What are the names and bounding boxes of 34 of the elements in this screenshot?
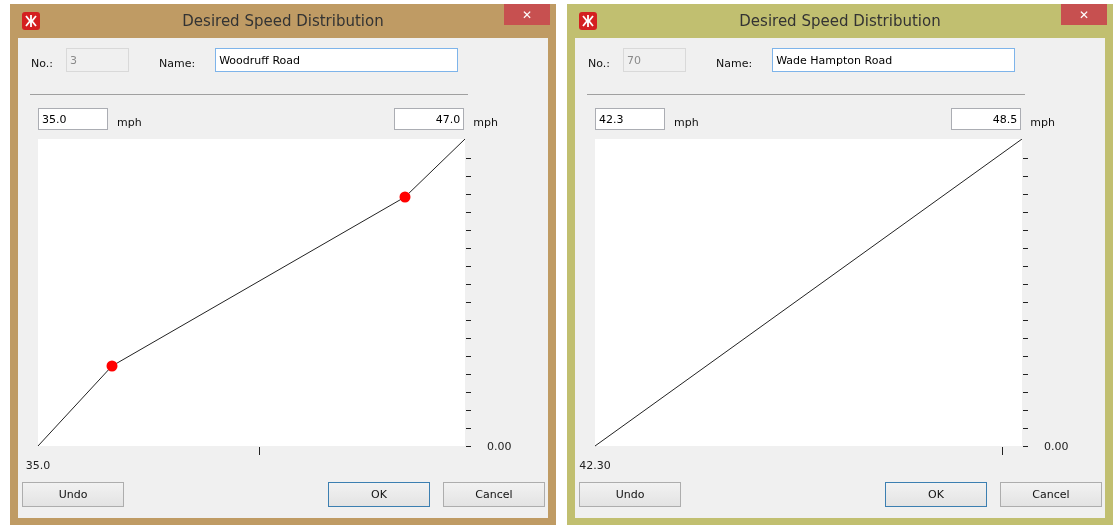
- unit-label: mph: [674, 115, 699, 129]
- name-label: Name:: [715, 56, 753, 70]
- name-field[interactable]: Wade Hampton Road: [772, 48, 1016, 72]
- name-field[interactable]: Woodruff Road: [215, 48, 459, 72]
- x-axis-label: 35.0: [25, 459, 51, 472]
- y-axis-label: 0.00: [1044, 440, 1069, 453]
- min-speed-field[interactable]: 35.0: [38, 108, 108, 130]
- curve-handle[interactable]: [399, 191, 411, 203]
- unit-label: mph: [473, 115, 498, 129]
- close-button[interactable]: ✕: [504, 4, 550, 25]
- unit-label: mph: [117, 115, 142, 129]
- max-speed-field[interactable]: 47.0: [394, 108, 465, 130]
- number-label: No.:: [31, 56, 53, 70]
- dialog-button[interactable]: OK: [328, 482, 430, 507]
- unit-label: mph: [1030, 115, 1055, 129]
- name-label: Name:: [158, 56, 196, 70]
- close-button[interactable]: ✕: [1061, 4, 1107, 25]
- x-axis-tick: [259, 446, 260, 456]
- dialog-button[interactable]: Undo: [22, 482, 124, 507]
- x-axis-tick: [1002, 446, 1003, 456]
- dialog-button[interactable]: Undo: [579, 482, 681, 507]
- min-speed-field[interactable]: 42.3: [595, 108, 665, 130]
- dialog-button[interactable]: Cancel: [1000, 482, 1102, 507]
- x-axis-label: 42.30: [579, 459, 611, 472]
- window-title: Desired Speed Distribution: [738, 12, 942, 30]
- dialog-button[interactable]: OK: [885, 482, 987, 507]
- y-axis-label: 0.00: [487, 440, 512, 453]
- number-label: No.:: [588, 56, 610, 70]
- app-icon: [579, 12, 597, 30]
- dialog-button[interactable]: Cancel: [443, 482, 545, 507]
- max-speed-field[interactable]: 48.5: [951, 108, 1022, 130]
- window-title: Desired Speed Distribution: [181, 12, 385, 30]
- curve-handle[interactable]: [106, 360, 118, 372]
- app-icon: [22, 12, 40, 30]
